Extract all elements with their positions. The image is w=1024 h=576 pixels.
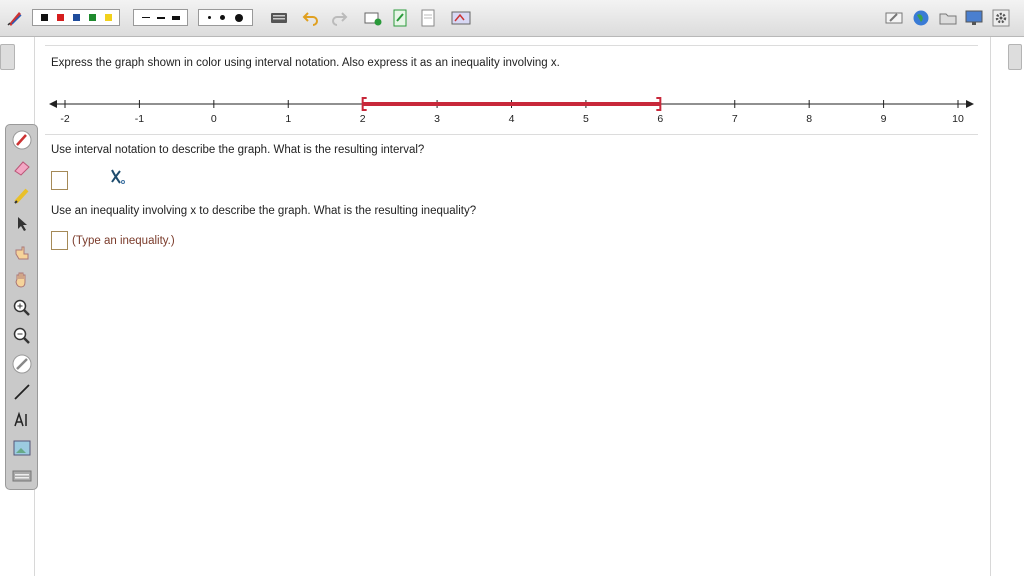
tick-label: 4: [509, 113, 515, 125]
tick-label: 3: [434, 113, 440, 125]
tick-label: 1: [285, 113, 291, 125]
left-arrow: [49, 100, 57, 108]
top-divider: [45, 45, 978, 46]
number-line: -2 -1 0 1 2 3 4 5 6 7 8 9 10: [49, 97, 974, 125]
pointer-hand-icon[interactable]: [11, 241, 33, 263]
tick-label: 10: [952, 113, 964, 125]
tick-label: 2: [360, 113, 366, 125]
monitor-icon[interactable]: [964, 7, 984, 29]
right-panel-toggle[interactable]: [1008, 44, 1022, 70]
settings-icon[interactable]: [991, 7, 1011, 29]
line-width-picker[interactable]: [133, 9, 188, 26]
line-thick[interactable]: [171, 15, 180, 20]
cursor-x-mark: [111, 169, 125, 184]
pen-logo-icon[interactable]: [5, 7, 25, 29]
top-toolbar: [0, 0, 1024, 37]
text-tool-icon[interactable]: [11, 409, 33, 431]
inequality-hint: (Type an inequality.): [72, 235, 175, 247]
tick-label: 8: [806, 113, 812, 125]
dot-large[interactable]: [235, 13, 244, 22]
highlighter-icon[interactable]: [11, 185, 33, 207]
pen-tool-icon[interactable]: [11, 129, 33, 151]
tick-label: 7: [732, 113, 738, 125]
tool-palette: [5, 124, 38, 490]
tick-label: 5: [583, 113, 589, 125]
middle-divider: [45, 134, 978, 135]
right-arrow: [966, 100, 974, 108]
color-blue[interactable]: [72, 14, 80, 21]
dot-medium[interactable]: [220, 15, 226, 20]
color-red[interactable]: [56, 14, 64, 21]
zoom-out-icon[interactable]: [11, 325, 33, 347]
color-yellow[interactable]: [104, 14, 112, 21]
tick-label: -2: [60, 113, 69, 125]
left-panel-toggle[interactable]: [0, 44, 15, 70]
tick-label: 6: [657, 113, 663, 125]
eraser-icon[interactable]: [11, 157, 33, 179]
line-thin[interactable]: [141, 17, 150, 18]
tick-label: -1: [135, 113, 144, 125]
inequality-answer-box[interactable]: [51, 231, 68, 250]
document-icon[interactable]: [418, 7, 438, 29]
keyboard-tool-icon[interactable]: [11, 465, 33, 487]
dot-size-picker[interactable]: [198, 9, 253, 26]
clear-icon[interactable]: [11, 353, 33, 375]
folder-icon[interactable]: [938, 7, 958, 29]
undo-icon[interactable]: [301, 7, 321, 29]
page-icon[interactable]: [390, 7, 410, 29]
interval-answer-box[interactable]: [51, 171, 68, 190]
eraser-display-icon[interactable]: [884, 7, 904, 29]
question-area: Express the graph shown in color using i…: [45, 37, 980, 576]
question-prompt: Express the graph shown in color using i…: [51, 57, 560, 69]
part2-prompt: Use an inequality involving x to describ…: [51, 205, 477, 217]
redo-icon[interactable]: [329, 7, 349, 29]
zoom-in-icon[interactable]: [11, 297, 33, 319]
add-page-icon[interactable]: [363, 7, 383, 29]
part1-prompt: Use interval notation to describe the gr…: [51, 144, 425, 156]
select-arrow-icon[interactable]: [11, 213, 33, 235]
color-black[interactable]: [40, 14, 48, 21]
color-green[interactable]: [88, 14, 96, 21]
dot-small[interactable]: [207, 16, 211, 19]
color-picker[interactable]: [32, 9, 120, 26]
line-icon[interactable]: [11, 381, 33, 403]
screen-capture-icon[interactable]: [451, 7, 471, 29]
pan-hand-icon[interactable]: [11, 269, 33, 291]
line-medium[interactable]: [156, 16, 165, 19]
image-icon[interactable]: [11, 437, 33, 459]
tick-label: 0: [211, 113, 217, 125]
keyboard-icon[interactable]: [269, 7, 289, 29]
globe-icon[interactable]: [911, 7, 931, 29]
tick-label: 9: [881, 113, 887, 125]
page-edge-right: [990, 37, 991, 576]
